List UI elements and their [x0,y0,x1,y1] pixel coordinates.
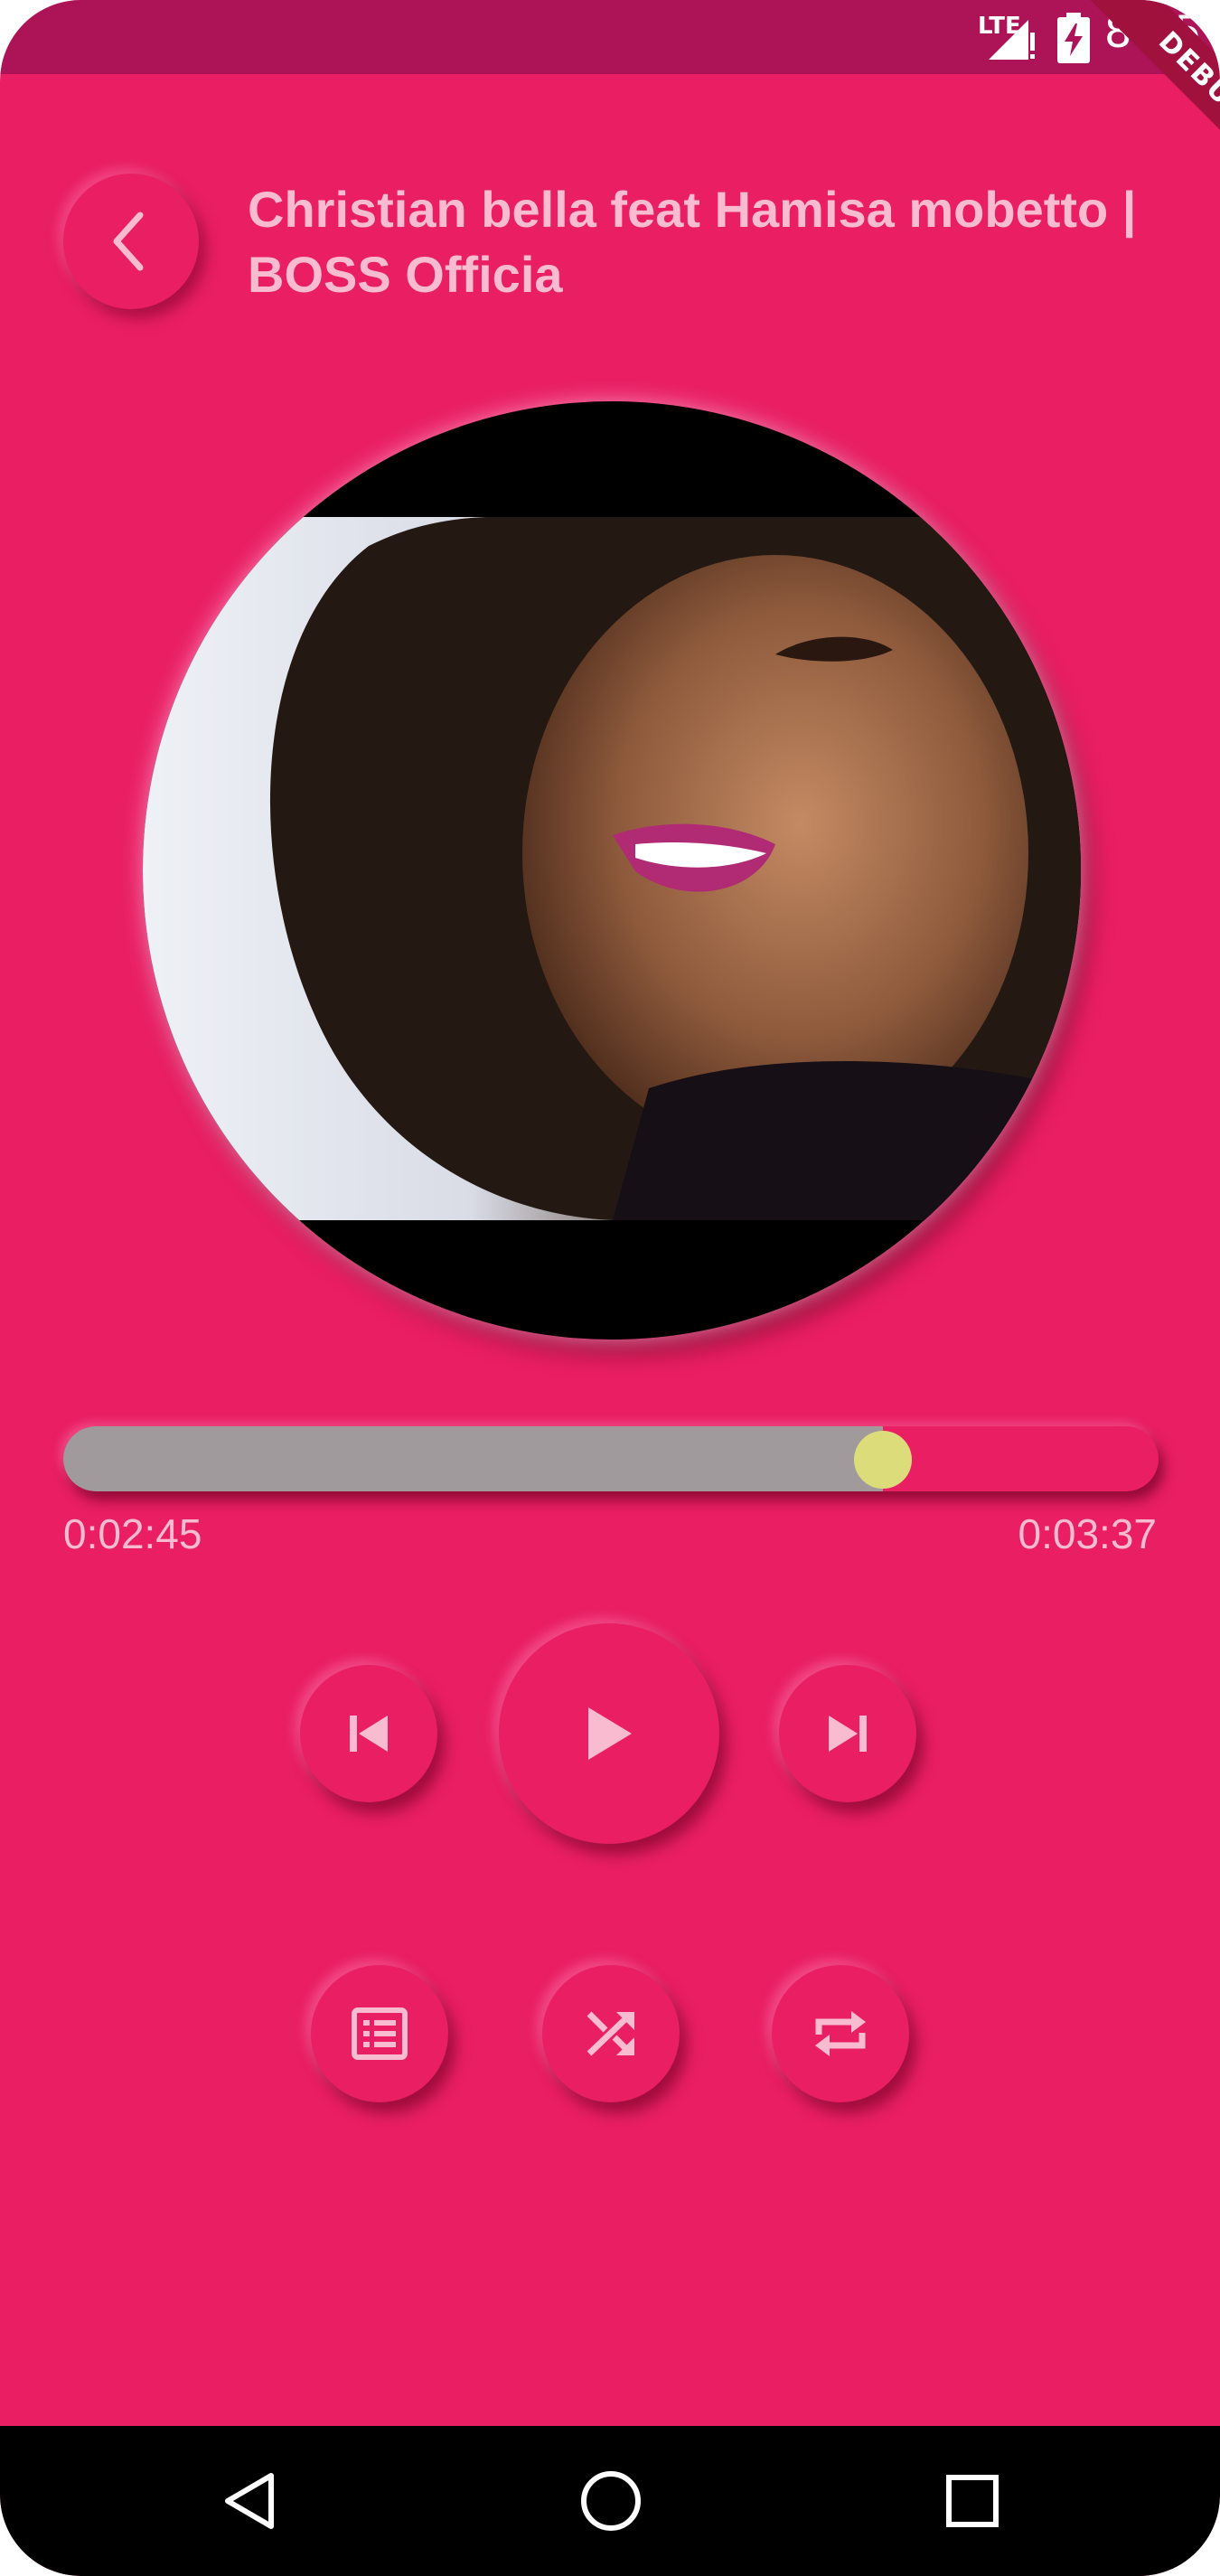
playlist-button[interactable] [311,1965,448,2102]
circle-home-icon [581,2471,641,2531]
album-artwork [143,401,1081,1340]
seek-bar-progress [63,1426,883,1491]
skip-previous-icon [350,1716,388,1752]
playlist-icon [352,2007,408,2060]
back-button[interactable] [63,174,199,309]
skip-next-icon [829,1716,867,1752]
shuffle-button[interactable] [542,1965,680,2102]
track-title: Christian bella feat Hamisa mobetto | BO… [248,181,1137,303]
seek-bar[interactable] [63,1426,1159,1491]
play-button[interactable] [499,1623,719,1844]
elapsed-time: 0:02:45 [63,1510,202,1557]
repeat-icon [815,2011,866,2056]
battery-charging-icon [1057,13,1090,63]
repeat-button[interactable] [772,1965,909,2102]
shuffle-icon [587,2011,634,2056]
system-recents-button[interactable] [900,2426,1045,2576]
total-duration: 0:03:37 [1018,1510,1157,1557]
system-back-button[interactable] [177,2426,322,2576]
signal-icon [989,20,1035,60]
square-recents-icon [946,2475,999,2527]
system-home-button[interactable] [539,2426,683,2576]
status-bar: LTE 8:55 [0,0,1220,74]
play-icon [588,1707,632,1760]
triangle-back-icon [225,2473,274,2529]
system-nav-bar [0,2426,1220,2576]
chevron-left-icon [113,212,144,271]
seek-bar-thumb[interactable] [853,1431,912,1489]
app-screen: LTE 8:55 DEBUG Christian bella feat Hami… [0,0,1220,2576]
next-button[interactable] [779,1665,916,1802]
previous-button[interactable] [300,1665,437,1802]
